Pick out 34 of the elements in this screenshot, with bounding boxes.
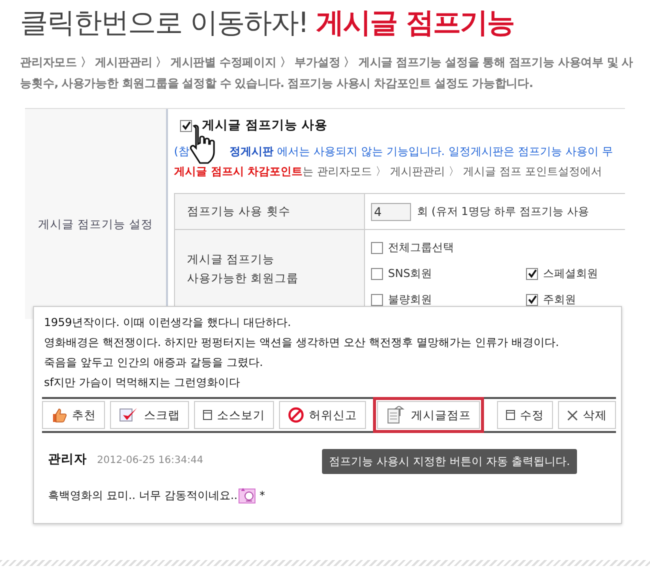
comment-button[interactable]: 허위신고 [279,401,366,429]
setting-label: 게시글 점프기능 설정 [38,216,154,232]
checkbox-label: 주회원 [543,292,576,307]
comment-button[interactable]: 수정 [497,401,553,429]
comment-button[interactable]: 게시글점프 [377,401,480,429]
note-text: 정게시판 에서는 사용되지 않는 기능입니다. 일정게시판은 점프기능 사용이 무 [229,144,613,159]
comment-button[interactable]: 소스보기 [194,401,274,429]
checkbox-label: 불량회원 [388,292,432,307]
point-note-text: 게시글 점프시 차감포인트는 관리자모드 〉 게시판관리 〉 게시글 점프 포인트설정에서 [174,164,604,179]
description-text: 관리자모드 〉 게시판관리 〉 게시판별 수정페이지 〉 부가설정 〉 게시글 점프기능 설정을 통해 점프기능 사용여부 및 사능횟수, 사용가능한 회원그룹을 설정할 수 있습니다. 점프기능 사용시 차감포인트 설정도 가능합니다. [20,54,634,92]
field-label: 점프기능 사용 횟수 [175,194,365,230]
reply-suffix-text: * [259,488,265,502]
comment-text-line: 죽음을 앞두고 인간의 애증과 갈등을 그렸다. [44,355,264,371]
comment-text-line: 1959년작이다. 이때 이런생각을 했다니 대단하다. [44,315,292,331]
page-title-highlight: 게시글 점프기능 [316,6,514,39]
field-label: 게시글 점프기능 [187,252,275,267]
checkbox-label: 스페셜회원 [543,266,598,281]
comment-button[interactable]: 삭제 [558,401,616,429]
reply-text: 흑백영화의 묘미.. 너무 감동적이네요.. [48,488,238,502]
comment-date: 2012-06-25 16:34:44 [97,455,204,466]
checkbox-label: 전체그룹선택 [388,240,454,255]
field-label: 사용가능한 회원그룹 [187,271,299,286]
count-input-field[interactable]: 4 [371,202,411,220]
comment-text-line: sf지만 가슴이 먹먹해지는 그런영화이다 [44,375,242,391]
comment-button[interactable]: 스크랩 [110,401,189,429]
note-fragment: (참 [174,144,190,159]
count-suffix-text: 회 (유저 1명당 하루 점프기능 사용 [417,204,589,219]
comment-button[interactable]: 추천 [42,401,105,429]
checkbox-label: 게시글 점프기능 사용 [202,117,328,134]
author-name: 관리자 [48,451,87,468]
checkbox-label: SNS회원 [388,266,432,281]
comment-text-line: 영화배경은 핵전쟁이다. 하지만 펑펑터지는 액션을 생각하면 오산 핵전쟁후 멸망해가는 인류가 배경이다. [44,335,560,351]
page-title: 클릭한번으로 이동하자! [20,6,308,39]
tooltip: 점프기능 사용시 지정한 버튼이 자동 출력됩니다. [322,449,577,474]
